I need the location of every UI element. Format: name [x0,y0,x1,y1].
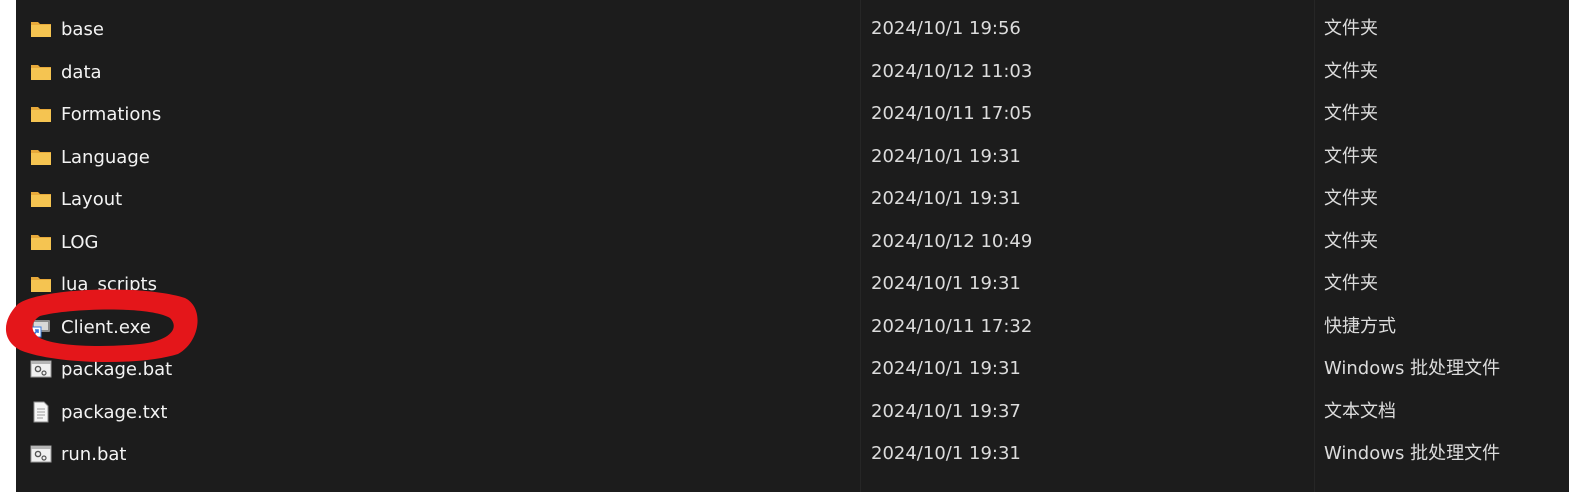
file-name: base [61,18,104,40]
file-row[interactable]: Client.exe 2024/10/11 17:32 快捷方式 [16,306,1569,348]
folder-icon [30,273,52,295]
file-type: 文件夹 [1324,61,1378,82]
file-name: run.bat [61,443,127,465]
file-name: lua_scripts [61,273,157,295]
folder-icon [30,61,52,83]
file-row[interactable]: Formations 2024/10/11 17:05 文件夹 [16,93,1569,135]
date-modified: 2024/10/1 19:56 [871,18,1021,39]
file-type: 文件夹 [1324,146,1378,167]
date-modified: 2024/10/11 17:32 [871,316,1033,337]
file-name: package.txt [61,401,168,423]
file-name: Layout [61,188,123,210]
file-row[interactable]: base 2024/10/1 19:56 文件夹 [16,8,1569,50]
date-modified: 2024/10/1 19:37 [871,401,1021,422]
file-type: Windows 批处理文件 [1324,358,1501,379]
file-row[interactable]: run.bat 2024/10/1 19:31 Windows 批处理文件 [16,433,1569,475]
date-modified: 2024/10/1 19:31 [871,273,1021,294]
file-type: 文件夹 [1324,18,1378,39]
file-row[interactable]: LOG 2024/10/12 10:49 文件夹 [16,221,1569,263]
shortcut-icon [30,316,52,338]
file-name: package.bat [61,358,173,380]
file-row[interactable]: Language 2024/10/1 19:31 文件夹 [16,136,1569,178]
file-type: 文件夹 [1324,103,1378,124]
date-modified: 2024/10/1 19:31 [871,443,1021,464]
file-name: data [61,61,102,83]
file-row[interactable]: lua_scripts 2024/10/1 19:31 文件夹 [16,263,1569,305]
date-modified: 2024/10/12 10:49 [871,231,1033,252]
file-type: Windows 批处理文件 [1324,443,1501,464]
file-name: LOG [61,231,99,253]
folder-icon [30,103,52,125]
date-modified: 2024/10/1 19:31 [871,146,1021,167]
file-list: base 2024/10/1 19:56 文件夹 data 2024/10/12… [16,0,1569,492]
date-modified: 2024/10/1 19:31 [871,188,1021,209]
file-type: 快捷方式 [1324,316,1396,337]
file-type: 文件夹 [1324,188,1378,209]
file-type: 文件夹 [1324,273,1378,294]
folder-icon [30,18,52,40]
file-type: 文本文档 [1324,401,1396,422]
folder-icon [30,146,52,168]
file-row[interactable]: package.txt 2024/10/1 19:37 文本文档 [16,391,1569,433]
folder-icon [30,231,52,253]
file-type: 文件夹 [1324,231,1378,252]
file-name: Formations [61,103,162,125]
file-name: Client.exe [61,316,151,338]
date-modified: 2024/10/12 11:03 [871,61,1033,82]
file-name: Language [61,146,150,168]
file-row[interactable]: data 2024/10/12 11:03 文件夹 [16,51,1569,93]
date-modified: 2024/10/11 17:05 [871,103,1033,124]
folder-icon [30,188,52,210]
file-row[interactable]: Layout 2024/10/1 19:31 文件夹 [16,178,1569,220]
text-file-icon [30,401,52,423]
batch-file-icon [30,358,52,380]
batch-file-icon [30,443,52,465]
date-modified: 2024/10/1 19:31 [871,358,1021,379]
file-row[interactable]: package.bat 2024/10/1 19:31 Windows 批处理文… [16,348,1569,390]
